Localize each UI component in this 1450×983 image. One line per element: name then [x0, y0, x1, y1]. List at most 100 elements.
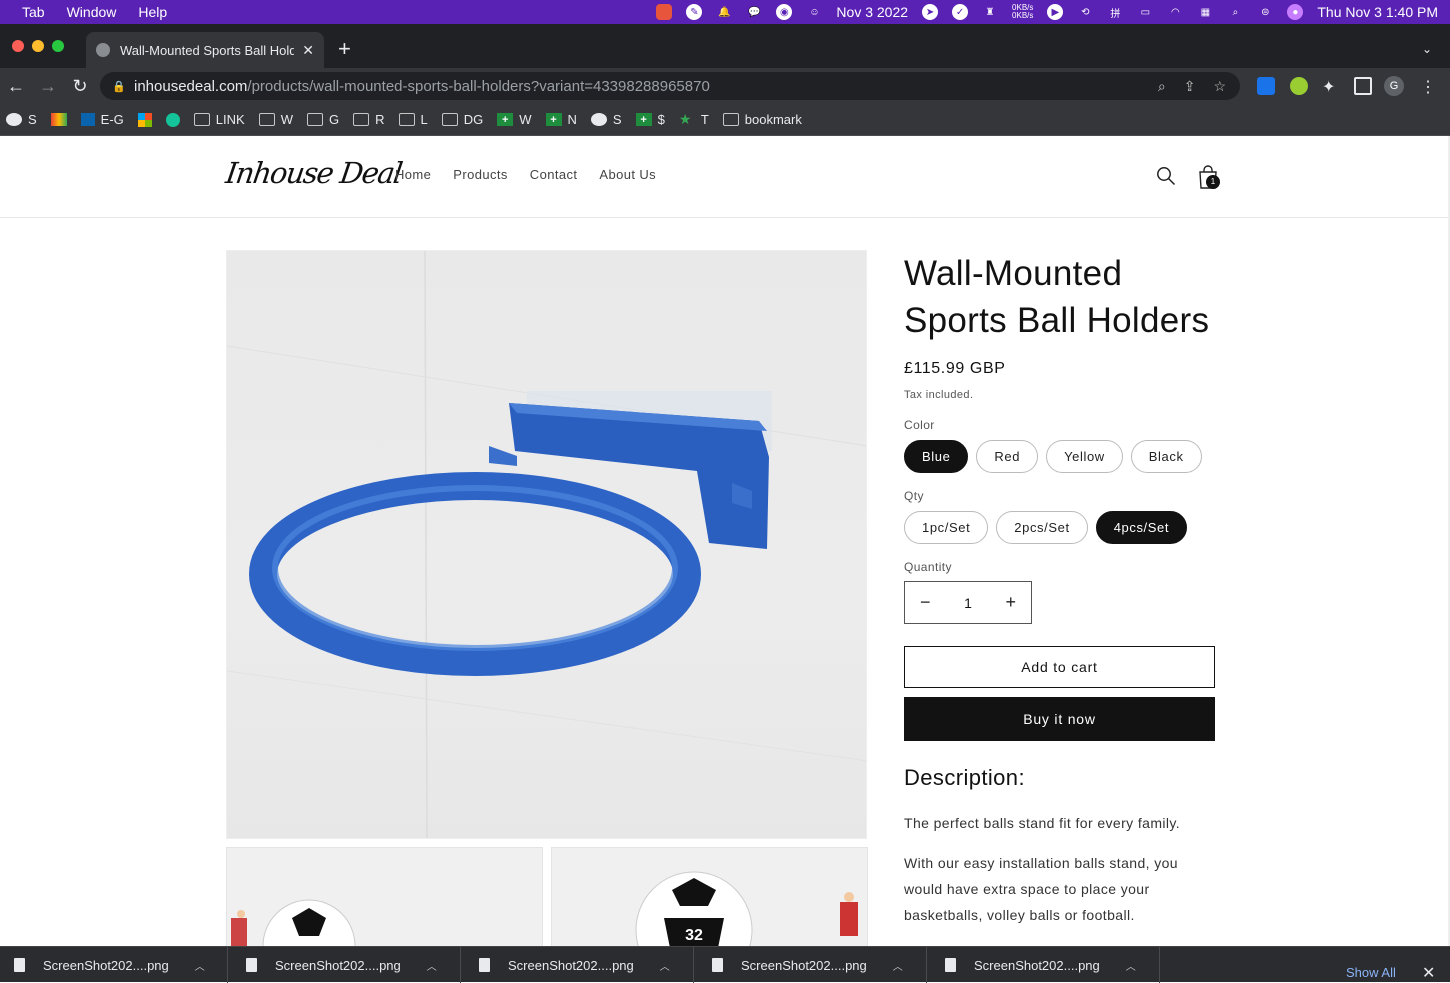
messenger-icon[interactable]: ◉: [776, 4, 793, 20]
bookmark-item[interactable]: S: [6, 112, 37, 127]
product-thumbnail-1[interactable]: [226, 847, 543, 946]
control-center-icon[interactable]: ⊜: [1257, 4, 1273, 20]
compass-icon[interactable]: ➤: [922, 4, 939, 20]
bookmark-item[interactable]: R: [353, 112, 385, 127]
play-icon[interactable]: ▶: [1047, 4, 1064, 20]
download-item[interactable]: ScreenShot202....png ︿: [228, 947, 461, 983]
color-option-black[interactable]: Black: [1130, 440, 1202, 473]
wechat-icon[interactable]: 💬: [746, 4, 762, 20]
bookmark-item[interactable]: + N: [545, 112, 577, 127]
add-to-cart-button[interactable]: Add to cart: [904, 646, 1215, 688]
bookmark-item[interactable]: S: [590, 112, 622, 127]
quantity-decrease-button[interactable]: −: [920, 592, 931, 613]
bookmark-item[interactable]: [50, 113, 67, 126]
buy-it-now-button[interactable]: Buy it now: [904, 697, 1215, 741]
bookmark-star-icon[interactable]: ☆: [1213, 78, 1226, 95]
extensions-puzzle-icon[interactable]: ✦: [1322, 77, 1340, 96]
siri-icon[interactable]: ●: [1287, 4, 1304, 20]
site-logo[interactable]: Inhouse Deal: [224, 156, 404, 190]
bookmark-item[interactable]: L: [398, 112, 428, 127]
quantity-increase-button[interactable]: +: [1005, 592, 1016, 613]
window-minimize-button[interactable]: [32, 40, 44, 52]
cart-count-badge: 1: [1206, 175, 1220, 189]
download-item[interactable]: ScreenShot202....png ︿: [0, 947, 228, 983]
bookmark-item[interactable]: W: [258, 112, 293, 127]
keyboard-icon[interactable]: ▦: [1197, 4, 1213, 20]
nav-products[interactable]: Products: [453, 167, 508, 182]
feather-icon[interactable]: ✎: [686, 4, 703, 20]
color-options: Blue Red Yellow Black: [904, 440, 1216, 473]
bookmark-item[interactable]: ★ T: [679, 112, 709, 127]
qty-option-4pcs[interactable]: 4pcs/Set: [1095, 511, 1188, 544]
side-panel-icon[interactable]: [1354, 77, 1372, 95]
time-machine-icon[interactable]: ⟲: [1077, 4, 1093, 20]
date-widget[interactable]: Nov 3 2022: [836, 4, 908, 20]
file-icon: [479, 958, 490, 972]
spotlight-search-icon[interactable]: ⌕: [1227, 4, 1243, 20]
bookmark-item[interactable]: bookmark: [722, 112, 802, 127]
chevron-up-icon[interactable]: ︿: [660, 958, 670, 973]
menu-help[interactable]: Help: [138, 4, 167, 20]
tab-close-icon[interactable]: ✕: [302, 42, 314, 59]
bookmark-item[interactable]: [137, 112, 152, 127]
color-option-yellow[interactable]: Yellow: [1046, 440, 1123, 473]
robot-icon[interactable]: ♜: [982, 4, 998, 20]
new-tab-button[interactable]: +: [338, 38, 351, 60]
chrome-menu-icon[interactable]: ⋮: [1420, 77, 1438, 96]
app-status-icon[interactable]: [656, 4, 673, 20]
color-option-blue[interactable]: Blue: [904, 440, 969, 473]
reload-button[interactable]: ↻: [64, 76, 96, 97]
zoom-icon[interactable]: ⌕: [1158, 78, 1166, 95]
show-all-downloads-link[interactable]: Show All: [1346, 965, 1396, 980]
folder-icon: [722, 113, 739, 126]
tab-search-chevron-icon[interactable]: ⌄: [1422, 42, 1432, 56]
bookmark-item[interactable]: DG: [441, 112, 483, 127]
qty-option-1pc[interactable]: 1pc/Set: [904, 511, 989, 544]
battery-icon[interactable]: ▭: [1137, 4, 1153, 20]
bookmark-item[interactable]: [165, 112, 180, 127]
quantity-input[interactable]: 1: [964, 595, 972, 611]
bookmark-item[interactable]: G: [306, 112, 339, 127]
bookmark-item[interactable]: + W: [497, 112, 532, 127]
download-item[interactable]: ScreenShot202....png ︿: [461, 947, 694, 983]
chevron-up-icon[interactable]: ︿: [195, 958, 205, 973]
download-extension-icon[interactable]: [1257, 77, 1275, 95]
color-option-red[interactable]: Red: [976, 440, 1039, 473]
tax-note: Tax included.: [904, 389, 974, 401]
close-downloads-icon[interactable]: ✕: [1422, 963, 1435, 983]
chevron-up-icon[interactable]: ︿: [427, 958, 437, 973]
check-icon[interactable]: ✓: [952, 4, 969, 20]
forward-button[interactable]: →: [32, 76, 64, 97]
chevron-up-icon[interactable]: ︿: [1126, 958, 1136, 973]
profile-avatar[interactable]: G: [1384, 76, 1404, 96]
bookmark-item[interactable]: + $: [635, 112, 665, 127]
bookmark-item[interactable]: E-G: [80, 112, 124, 127]
qq-icon[interactable]: 🔔: [716, 4, 732, 20]
product-thumbnail-2[interactable]: 32: [551, 847, 868, 946]
window-close-button[interactable]: [12, 40, 24, 52]
menu-window[interactable]: Window: [67, 4, 117, 20]
active-tab[interactable]: Wall-Mounted Sports Ball Holders ✕: [86, 32, 324, 68]
bookmark-item[interactable]: LINK: [193, 112, 245, 127]
extension-circle-icon[interactable]: [1290, 77, 1308, 95]
input-method-icon[interactable]: 拼: [1107, 4, 1123, 20]
qty-option-2pcs[interactable]: 2pcs/Set: [996, 511, 1088, 544]
chevron-up-icon[interactable]: ︿: [893, 958, 903, 973]
nav-home[interactable]: Home: [395, 167, 431, 182]
product-main-image[interactable]: [226, 250, 867, 839]
menu-tab[interactable]: Tab: [22, 4, 45, 20]
window-zoom-button[interactable]: [52, 40, 64, 52]
menubar-clock[interactable]: Thu Nov 3 1:40 PM: [1317, 4, 1438, 20]
cat-icon[interactable]: ☺: [806, 4, 822, 20]
net-down: 0KB/s: [1012, 11, 1034, 20]
address-bar[interactable]: 🔒 inhousedeal.com/products/wall-mounted-…: [100, 72, 1240, 100]
nav-contact[interactable]: Contact: [530, 167, 578, 182]
share-icon[interactable]: ⇪: [1184, 78, 1196, 95]
lock-icon[interactable]: 🔒: [112, 80, 126, 93]
wifi-icon[interactable]: ◠: [1167, 4, 1183, 20]
search-icon[interactable]: [1156, 166, 1176, 186]
nav-about-us[interactable]: About Us: [599, 167, 656, 182]
download-item[interactable]: ScreenShot202....png ︿: [694, 947, 927, 983]
back-button[interactable]: ←: [0, 76, 32, 97]
download-item[interactable]: ScreenShot202....png ︿: [927, 947, 1160, 983]
